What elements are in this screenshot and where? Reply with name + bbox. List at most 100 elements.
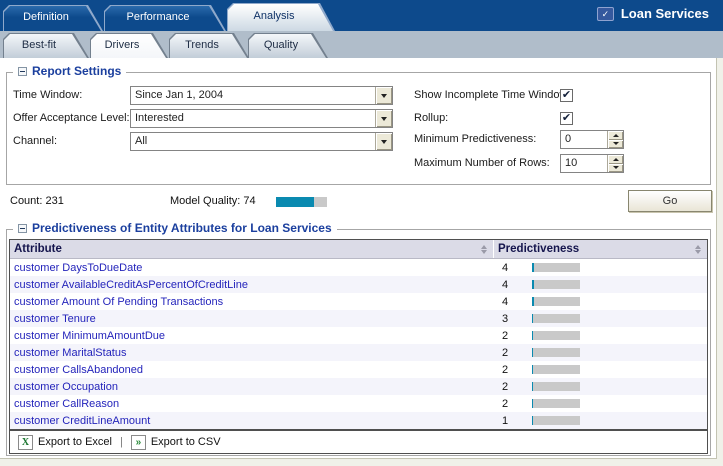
predictiveness-value: 1 bbox=[502, 414, 509, 427]
attribute-link[interactable]: customer CallReason bbox=[14, 398, 119, 410]
show-incomplete-checkbox[interactable]: ✔ bbox=[560, 89, 573, 102]
predictiveness-cell: 2 bbox=[494, 381, 707, 393]
table-row: customer MinimumAmountDue 2 bbox=[10, 327, 707, 344]
predictiveness-column-header[interactable]: Predictiveness bbox=[494, 240, 707, 258]
offer-acceptance-dropdown[interactable]: Interested bbox=[130, 109, 393, 128]
predictiveness-bar-fill bbox=[532, 348, 533, 357]
subtab-best-fit[interactable]: Best-fit bbox=[3, 33, 89, 58]
predictiveness-bar-track bbox=[532, 399, 580, 408]
attribute-cell: customer Tenure bbox=[10, 313, 494, 325]
legend-text: Report Settings bbox=[32, 64, 122, 78]
attribute-link[interactable]: customer Amount Of Pending Transactions bbox=[14, 296, 223, 308]
attribute-cell: customer MaritalStatus bbox=[10, 347, 494, 359]
tab-definition[interactable]: Definition bbox=[3, 5, 103, 31]
attribute-cell: customer MinimumAmountDue bbox=[10, 330, 494, 342]
go-button[interactable]: Go bbox=[628, 190, 712, 212]
table-row: customer Occupation 2 bbox=[10, 378, 707, 395]
table-row: customer CallReason 2 bbox=[10, 395, 707, 412]
subtab-quality[interactable]: Quality bbox=[248, 33, 328, 58]
min-predictiveness-spinner[interactable]: 0 bbox=[560, 130, 624, 149]
attribute-cell: customer Amount Of Pending Transactions bbox=[10, 296, 494, 308]
predictiveness-bar-track bbox=[532, 263, 580, 272]
tab-label: Performance bbox=[126, 11, 190, 23]
tab-analysis[interactable]: Analysis bbox=[227, 3, 335, 31]
rollup-label: Rollup: bbox=[414, 112, 449, 124]
subtab-bar: Best-fit Drivers Trends Quality bbox=[0, 31, 723, 58]
spinner-up-icon[interactable] bbox=[608, 155, 623, 164]
table-row: customer CreditLineAmount 1 bbox=[10, 412, 707, 429]
table-row: customer Tenure 3 bbox=[10, 310, 707, 327]
predictiveness-cell: 4 bbox=[494, 296, 707, 308]
sort-icon[interactable] bbox=[481, 244, 487, 254]
predictiveness-bar-fill bbox=[532, 365, 533, 374]
predictiveness-bar-track bbox=[532, 416, 580, 425]
loan-services-icon: ✓ bbox=[596, 6, 614, 21]
predictiveness-bar-track bbox=[532, 297, 580, 306]
attribute-cell: customer CreditLineAmount bbox=[10, 415, 494, 427]
predictiveness-value: 4 bbox=[502, 278, 509, 291]
subtab-label: Drivers bbox=[104, 39, 140, 51]
attribute-cell: customer AvailableCreditAsPercentOfCredi… bbox=[10, 279, 494, 291]
dropdown-arrow-icon[interactable] bbox=[375, 110, 392, 127]
attribute-link[interactable]: customer MinimumAmountDue bbox=[14, 330, 165, 342]
brand: ✓ Loan Services bbox=[596, 6, 709, 21]
attribute-link[interactable]: customer CreditLineAmount bbox=[14, 415, 150, 427]
sort-icon[interactable] bbox=[695, 244, 701, 254]
dropdown-value: Interested bbox=[135, 112, 184, 124]
export-to-csv-button[interactable]: » Export to CSV bbox=[130, 434, 221, 450]
subtab-trends[interactable]: Trends bbox=[169, 33, 249, 58]
spinner-value: 0 bbox=[565, 133, 572, 145]
attribute-link[interactable]: customer Tenure bbox=[14, 313, 96, 325]
table-row: customer CallsAbandoned 2 bbox=[10, 361, 707, 378]
attribute-link[interactable]: customer AvailableCreditAsPercentOfCredi… bbox=[14, 279, 248, 291]
predictiveness-section: Predictiveness of Entity Attributes for … bbox=[6, 221, 711, 456]
predictiveness-bar-track bbox=[532, 365, 580, 374]
predictiveness-bar-track bbox=[532, 348, 580, 357]
channel-dropdown[interactable]: All bbox=[130, 132, 393, 151]
show-incomplete-label: Show Incomplete Time Window: bbox=[414, 89, 571, 101]
spinner-up-icon[interactable] bbox=[608, 131, 623, 140]
attribute-link[interactable]: customer DaysToDueDate bbox=[14, 262, 142, 274]
report-settings-legend: Report Settings bbox=[13, 64, 127, 78]
rollup-checkbox[interactable]: ✔ bbox=[560, 112, 573, 125]
attribute-link[interactable]: customer Occupation bbox=[14, 381, 118, 393]
predictiveness-value: 4 bbox=[502, 261, 509, 274]
spinner-down-icon[interactable] bbox=[608, 139, 623, 148]
max-rows-spinner[interactable]: 10 bbox=[560, 154, 624, 173]
predictiveness-value: 4 bbox=[502, 295, 509, 308]
table-row: customer Amount Of Pending Transactions … bbox=[10, 293, 707, 310]
predictiveness-bar-fill bbox=[532, 382, 533, 391]
dropdown-arrow-icon[interactable] bbox=[375, 133, 392, 150]
report-settings-section: Report Settings Time Window: Since Jan 1… bbox=[6, 64, 711, 185]
attribute-cell: customer DaysToDueDate bbox=[10, 262, 494, 274]
export-to-excel-button[interactable]: X Export to Excel bbox=[18, 434, 112, 450]
predictiveness-table: Attribute Predictiveness customer DaysTo… bbox=[9, 239, 708, 454]
time-window-dropdown[interactable]: Since Jan 1, 2004 bbox=[130, 86, 393, 105]
attribute-link[interactable]: customer CallsAbandoned bbox=[14, 364, 143, 376]
spinner-down-icon[interactable] bbox=[608, 163, 623, 172]
collapse-icon[interactable] bbox=[18, 223, 27, 233]
predictiveness-value: 3 bbox=[502, 312, 509, 325]
dropdown-value: All bbox=[135, 135, 148, 147]
dropdown-arrow-icon[interactable] bbox=[375, 87, 392, 104]
offer-acceptance-label: Offer Acceptance Level: bbox=[13, 112, 130, 124]
attribute-link[interactable]: customer MaritalStatus bbox=[14, 347, 126, 359]
predictiveness-legend: Predictiveness of Entity Attributes for … bbox=[13, 221, 337, 235]
attribute-cell: customer CallsAbandoned bbox=[10, 364, 494, 376]
predictiveness-cell: 4 bbox=[494, 262, 707, 274]
tab-performance[interactable]: Performance bbox=[104, 5, 226, 31]
count-label: Count: 231 bbox=[10, 195, 64, 207]
predictiveness-bar-fill bbox=[532, 263, 534, 272]
collapse-icon[interactable] bbox=[18, 66, 27, 76]
tab-label: Analysis bbox=[253, 10, 295, 22]
predictiveness-value: 2 bbox=[502, 346, 509, 359]
table-row: customer MaritalStatus 2 bbox=[10, 344, 707, 361]
attribute-column-header[interactable]: Attribute bbox=[10, 240, 494, 258]
export-csv-label: Export to CSV bbox=[150, 436, 221, 448]
predictiveness-cell: 4 bbox=[494, 279, 707, 291]
excel-icon: X bbox=[18, 434, 33, 450]
subtab-drivers[interactable]: Drivers bbox=[90, 33, 168, 58]
predictiveness-bar-fill bbox=[532, 280, 534, 289]
predictiveness-bar-fill bbox=[532, 314, 534, 323]
export-excel-label: Export to Excel bbox=[38, 436, 112, 448]
